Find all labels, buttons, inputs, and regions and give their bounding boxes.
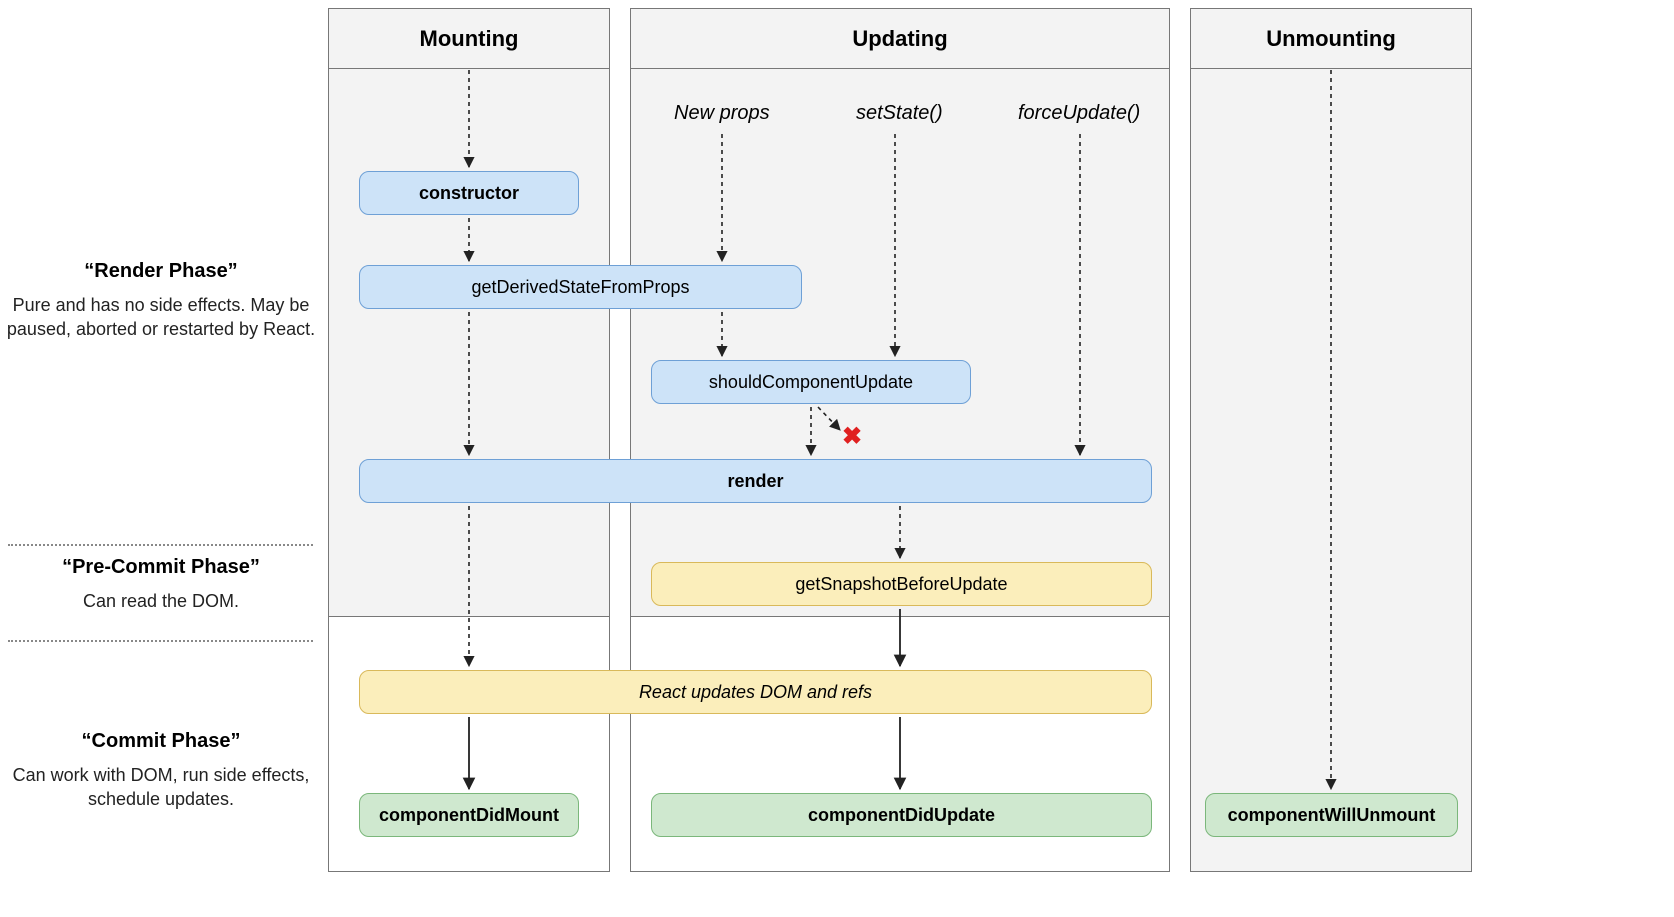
col-unmounting-header: Unmounting bbox=[1191, 9, 1471, 69]
node-cdu-label: componentDidUpdate bbox=[808, 805, 995, 826]
node-scu-label: shouldComponentUpdate bbox=[709, 372, 913, 393]
col-updating-title: Updating bbox=[852, 26, 947, 52]
render-phase-desc: Pure and has no side effects. May be pau… bbox=[6, 293, 316, 342]
commit-phase-desc: Can work with DOM, run side effects, sch… bbox=[6, 763, 316, 812]
node-constructor-label: constructor bbox=[419, 183, 519, 204]
commit-phase-title: “Commit Phase” bbox=[6, 730, 316, 753]
trigger-forceupdate: forceUpdate() bbox=[1018, 102, 1140, 125]
col-mounting-title: Mounting bbox=[420, 26, 519, 52]
node-cdm-label: componentDidMount bbox=[379, 805, 559, 826]
col-mounting: Mounting bbox=[328, 8, 610, 872]
trigger-setstate: setState() bbox=[856, 102, 943, 125]
node-render-label: render bbox=[727, 471, 783, 492]
node-cwu[interactable]: componentWillUnmount bbox=[1205, 793, 1458, 837]
commit-phase-label: “Commit Phase” Can work with DOM, run si… bbox=[6, 730, 316, 812]
node-gsbu[interactable]: getSnapshotBeforeUpdate bbox=[651, 562, 1152, 606]
node-gdsfp[interactable]: getDerivedStateFromProps bbox=[359, 265, 802, 309]
precommit-phase-title: “Pre-Commit Phase” bbox=[6, 556, 316, 579]
divider-2 bbox=[8, 640, 313, 642]
col-unmounting-title: Unmounting bbox=[1266, 26, 1396, 52]
node-reactupdates-label: React updates DOM and refs bbox=[639, 682, 872, 703]
col-updating-header: Updating bbox=[631, 9, 1169, 69]
node-cdm[interactable]: componentDidMount bbox=[359, 793, 579, 837]
halt-marker: ✖ bbox=[842, 422, 862, 451]
render-phase-label: “Render Phase” Pure and has no side effe… bbox=[6, 260, 316, 342]
node-render[interactable]: render bbox=[359, 459, 1152, 503]
divider-1 bbox=[8, 544, 313, 546]
node-reactupdates: React updates DOM and refs bbox=[359, 670, 1152, 714]
precommit-phase-label: “Pre-Commit Phase” Can read the DOM. bbox=[6, 556, 316, 613]
node-cdu[interactable]: componentDidUpdate bbox=[651, 793, 1152, 837]
trigger-newprops: New props bbox=[674, 102, 770, 125]
node-cwu-label: componentWillUnmount bbox=[1228, 805, 1436, 826]
col-mounting-greyzone bbox=[329, 69, 609, 617]
col-unmounting: Unmounting bbox=[1190, 8, 1472, 872]
col-updating-greyzone bbox=[631, 69, 1169, 617]
node-constructor[interactable]: constructor bbox=[359, 171, 579, 215]
col-updating: Updating bbox=[630, 8, 1170, 872]
node-gdsfp-label: getDerivedStateFromProps bbox=[471, 277, 689, 298]
node-gsbu-label: getSnapshotBeforeUpdate bbox=[795, 574, 1007, 595]
node-scu[interactable]: shouldComponentUpdate bbox=[651, 360, 971, 404]
precommit-phase-desc: Can read the DOM. bbox=[6, 589, 316, 613]
col-mounting-header: Mounting bbox=[329, 9, 609, 69]
render-phase-title: “Render Phase” bbox=[6, 260, 316, 283]
